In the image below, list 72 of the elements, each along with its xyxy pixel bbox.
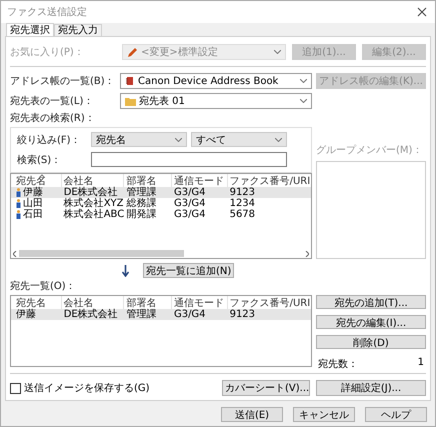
tab[interactable]: 宛先選択 (6, 23, 54, 36)
caret-icon (274, 50, 281, 54)
tab[interactable]: 宛先入力 (54, 24, 102, 36)
filter-scope-dropdown[interactable]: すべて (191, 132, 287, 147)
caret-icon (300, 99, 307, 103)
destination-table-label: 宛先表の一覧(L)： (10, 94, 94, 108)
footer-button[interactable]: 送信(E) (221, 407, 283, 422)
table-cell: 株式会社XYZ (64, 198, 124, 209)
footer-button[interactable]: キャンセル (293, 407, 355, 422)
table-cell: G3/G4 (174, 187, 206, 198)
folder-icon (125, 96, 136, 106)
destination-table-dropdown[interactable]: 宛先表 01 (120, 93, 312, 109)
count-label: 宛先数： (318, 358, 358, 371)
scroll-right-icon[interactable] (305, 250, 309, 256)
table-cell: 伊藤 (23, 187, 43, 198)
scroll-left-icon[interactable] (13, 250, 17, 256)
column-header[interactable]: ファクス番号/URI (228, 296, 311, 310)
table-cell: G3/G4 (174, 309, 206, 320)
table-cell: G3/G4 (174, 209, 206, 220)
table-cell: 9123 (230, 309, 256, 320)
pencil-icon (127, 46, 138, 58)
search-section-label: 宛先表の検索(R)： (10, 113, 96, 125)
footer-button[interactable]: ヘルプ (365, 407, 427, 422)
destination-action-button[interactable]: 削除(D) (316, 335, 426, 349)
favorites-label: お気に入り(P)： (10, 46, 85, 59)
caret-icon (275, 138, 282, 142)
table-cell: 山田 (23, 198, 43, 209)
list-row[interactable]: 山田 株式会社XYZ 総務課 G3/G4 1234 (11, 198, 311, 209)
address-book-label: アドレス帳の一覧(B)： (10, 75, 116, 88)
horizontal-scrollbar[interactable] (11, 249, 311, 258)
search-field[interactable] (91, 152, 287, 167)
destination-action-button[interactable]: 宛先の編集(I)... (316, 315, 426, 329)
caret-icon (300, 79, 307, 83)
table-cell: 9123 (230, 187, 256, 198)
table-cell: 開発課 (126, 209, 156, 220)
window-title: ファクス送信設定 (7, 6, 87, 19)
table-cell: G3/G4 (174, 198, 206, 209)
save-image-label: 送信イメージを保存する(G) (24, 382, 150, 395)
list-row[interactable]: 伊藤 DE株式会社 管理課 G3/G4 9123 (11, 187, 311, 198)
group-members-label: グループメンバー(M)： (316, 144, 424, 157)
filter-label: 絞り込み(F)： (17, 134, 82, 146)
table-cell: 総務課 (126, 198, 156, 209)
search-label: 検索(S)： (17, 154, 62, 166)
table-cell: DE株式会社 (64, 309, 118, 320)
list-row[interactable]: 石田 株式会社ABC 開発課 G3/G4 5678 (11, 209, 311, 220)
table-cell: 石田 (23, 209, 43, 220)
list-row[interactable]: 伊藤 DE株式会社 管理課 G3/G4 9123 (11, 309, 311, 320)
add-to-list-button[interactable]: 宛先一覧に追加(N) (143, 263, 234, 278)
cover-sheet-button[interactable]: カバーシート(V)... (222, 380, 310, 396)
destination-action-button[interactable]: 宛先の追加(T)... (316, 295, 426, 309)
table-cell: 5678 (230, 209, 256, 220)
person-icon (16, 199, 21, 208)
details-button[interactable]: 詳細設定(J)... (316, 380, 426, 396)
sort-icon (39, 174, 45, 178)
person-icon (16, 210, 21, 219)
column-header[interactable]: ファクス番号/URI (228, 174, 311, 188)
checkbox[interactable] (10, 382, 21, 394)
count-value: 1 (418, 357, 424, 370)
address-book-dropdown[interactable]: Canon Device Address Book (120, 73, 312, 89)
table-cell: DE株式会社 (64, 187, 118, 198)
caret-icon (175, 138, 182, 142)
table-cell: 株式会社ABC (64, 209, 124, 220)
down-arrow-icon (122, 264, 129, 276)
table-cell: 1234 (230, 198, 256, 209)
table-cell: 管理課 (126, 187, 156, 198)
table-cell: 管理課 (126, 309, 156, 320)
filter-field-dropdown[interactable]: 宛先名 (91, 132, 187, 147)
person-icon (16, 188, 21, 197)
destinations-label: 宛先一覧(O)： (10, 281, 77, 293)
book-icon (125, 76, 135, 86)
table-cell: 伊藤 (16, 309, 36, 320)
close-icon[interactable] (417, 7, 427, 17)
